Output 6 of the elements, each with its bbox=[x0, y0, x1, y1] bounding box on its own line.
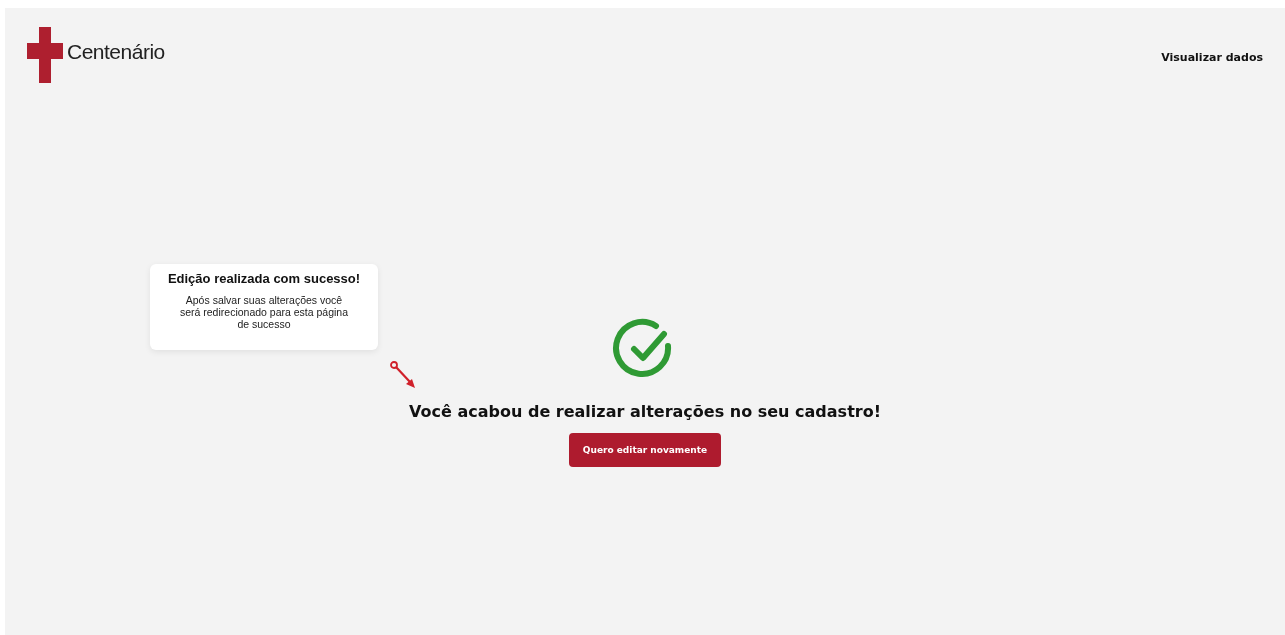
edit-again-button[interactable]: Quero editar novamente bbox=[568, 433, 722, 467]
success-message: Você acabou de realizar alterações no seu cadastro! bbox=[409, 402, 881, 421]
callout-text: Após salvar suas alterações você será redirecionado para esta página de sucesso bbox=[178, 294, 350, 330]
callout-title: Edição realizada com sucesso! bbox=[166, 271, 362, 286]
logo-text: Centenário bbox=[67, 40, 165, 64]
view-data-link[interactable]: Visualizar dados bbox=[1161, 51, 1263, 64]
